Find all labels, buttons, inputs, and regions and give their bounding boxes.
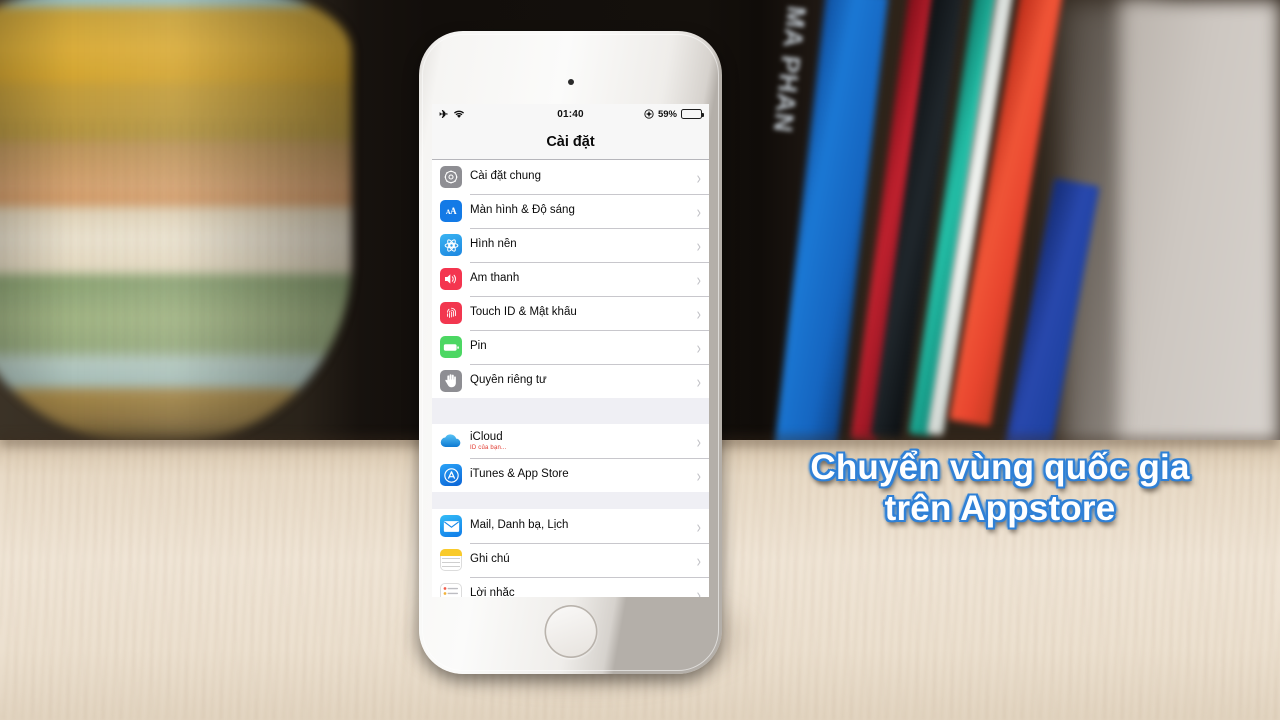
settings-row-text: Touch ID & Mật khẩu (470, 306, 697, 319)
settings-row-label: Cài đặt chung (470, 170, 541, 183)
chevron-right-icon: › (696, 370, 701, 392)
battery-icon (440, 336, 462, 358)
fingerprint-glyph (446, 307, 456, 318)
notes-lines-glyph (442, 558, 460, 569)
settings-row-text: Pin (470, 340, 697, 353)
settings-row-label: iCloud (470, 430, 503, 443)
settings-group-apps: Mail, Danh bạ, Lịch › Ghi chú › Lời nhắc › (432, 509, 709, 597)
ios-nav-bar: Cài đặt (432, 124, 709, 160)
settings-row-text: Ghi chú (470, 553, 697, 566)
touch-id-icon (440, 302, 462, 324)
battery-icon (681, 109, 705, 119)
settings-row[interactable]: Cài đặt chung › (432, 160, 709, 194)
settings-row-text: Lời nhắc (470, 587, 697, 597)
speaker-glyph (445, 274, 456, 284)
wall-blur-front (1120, 0, 1280, 470)
flower-glyph (444, 238, 458, 252)
display-brightness-icon: ᴀA (440, 200, 462, 222)
appstore-a-glyph (443, 467, 459, 483)
chevron-right-icon: › (696, 166, 701, 188)
settings-row-label: iTunes & App Store (470, 468, 569, 481)
settings-row-text: Âm thanh (470, 272, 697, 285)
settings-row[interactable]: Touch ID & Mật khẩu › (432, 296, 709, 330)
chevron-right-icon: › (696, 302, 701, 324)
ios-status-bar: ✈ 01:40 59% (432, 104, 709, 124)
settings-group-separator (432, 492, 709, 509)
icloud-icon (440, 430, 462, 452)
settings-row[interactable]: iTunes & App Store › (432, 458, 709, 492)
chevron-right-icon: › (696, 200, 701, 222)
settings-row-text: Mail, Danh bạ, Lịch (470, 519, 697, 532)
settings-row[interactable]: Ghi chú › (432, 543, 709, 577)
video-title-overlay: Chuyển vùng quốc gia trên Appstore (720, 447, 1280, 530)
chevron-right-icon: › (696, 268, 701, 290)
vase-shading (0, 0, 350, 443)
home-button[interactable] (544, 605, 597, 658)
settings-row[interactable]: Lời nhắc › (432, 577, 709, 597)
gear-glyph (444, 170, 458, 184)
settings-row-text: Cài đặt chung (470, 170, 697, 183)
battery-glyph (443, 343, 459, 351)
hand-glyph (445, 374, 456, 388)
settings-list[interactable]: Cài đặt chung › ᴀA Màn hình & Độ sáng › Hình … (432, 160, 709, 597)
settings-row-label: Touch ID & Mật khẩu (470, 306, 577, 319)
chevron-right-icon: › (696, 549, 701, 571)
battery-percent-label: 59% (657, 108, 677, 120)
gear-icon (440, 166, 462, 188)
reminders-list-glyph (443, 587, 459, 595)
location-icon (644, 109, 654, 119)
settings-row-text: iTunes & App Store (470, 468, 697, 481)
proximity-sensor-icon (567, 79, 574, 85)
chevron-right-icon: › (696, 336, 701, 358)
aa-glyph: ᴀA (445, 206, 457, 216)
settings-row-text: Màn hình & Độ sáng (470, 204, 697, 217)
chevron-right-icon: › (696, 583, 701, 597)
chevron-right-icon: › (696, 430, 701, 452)
settings-row-text: Quyền riêng tư (470, 374, 697, 387)
wallpaper-icon (440, 234, 462, 256)
settings-row[interactable]: Pin › (432, 330, 709, 364)
settings-row-text: iCloud ID của bạn... (470, 431, 697, 452)
settings-row-label: Mail, Danh bạ, Lịch (470, 519, 569, 532)
cloud-glyph (440, 434, 461, 447)
settings-group-accounts: iCloud ID của bạn... › iTunes & App Store › (432, 424, 709, 492)
chevron-right-icon: › (696, 234, 701, 256)
overlay-line-2: trên Appstore (884, 489, 1116, 529)
settings-row-label: Lời nhắc (470, 587, 515, 597)
settings-row-label: Hình nền (470, 238, 517, 251)
settings-row[interactable]: ᴀA Màn hình & Độ sáng › (432, 194, 709, 228)
mail-icon (440, 515, 462, 537)
sound-icon (440, 268, 462, 290)
settings-row-subtitle: ID của bạn... (470, 444, 507, 451)
iphone-device: ✈ 01:40 59% Cài đặt Cài đặt chung › ᴀA M… (419, 31, 722, 674)
page-title: Cài đặt (546, 133, 595, 150)
overlay-line-1: Chuyển vùng quốc gia (810, 448, 1190, 487)
settings-row-label: Màn hình & Độ sáng (470, 204, 575, 217)
chevron-right-icon: › (696, 515, 701, 537)
settings-row-label: Quyền riêng tư (470, 374, 547, 387)
status-bar-right: 59% (644, 108, 705, 120)
envelope-glyph (443, 520, 459, 532)
notes-icon (440, 549, 462, 571)
settings-group-separator (432, 398, 709, 424)
phone-screen: ✈ 01:40 59% Cài đặt Cài đặt chung › ᴀA M… (432, 104, 709, 597)
reminders-icon (440, 583, 462, 597)
settings-group-system: Cài đặt chung › ᴀA Màn hình & Độ sáng › Hình … (432, 160, 709, 398)
settings-row-text: Hình nền (470, 238, 697, 251)
settings-row[interactable]: Âm thanh › (432, 262, 709, 296)
settings-row[interactable]: Quyền riêng tư › (432, 364, 709, 398)
settings-row[interactable]: iCloud ID của bạn... › (432, 424, 709, 458)
settings-row[interactable]: Hình nền › (432, 228, 709, 262)
settings-row-label: Pin (470, 340, 487, 353)
privacy-hand-icon (440, 370, 462, 392)
chevron-right-icon: › (696, 464, 701, 486)
app-store-icon (440, 464, 462, 486)
settings-row-label: Âm thanh (470, 272, 520, 285)
settings-row-label: Ghi chú (470, 553, 510, 566)
screenshot-canvas: MA PHAN ✈ 01:40 59% Cài đặt Cài đặt chun… (0, 0, 1280, 720)
settings-row[interactable]: Mail, Danh bạ, Lịch › (432, 509, 709, 543)
